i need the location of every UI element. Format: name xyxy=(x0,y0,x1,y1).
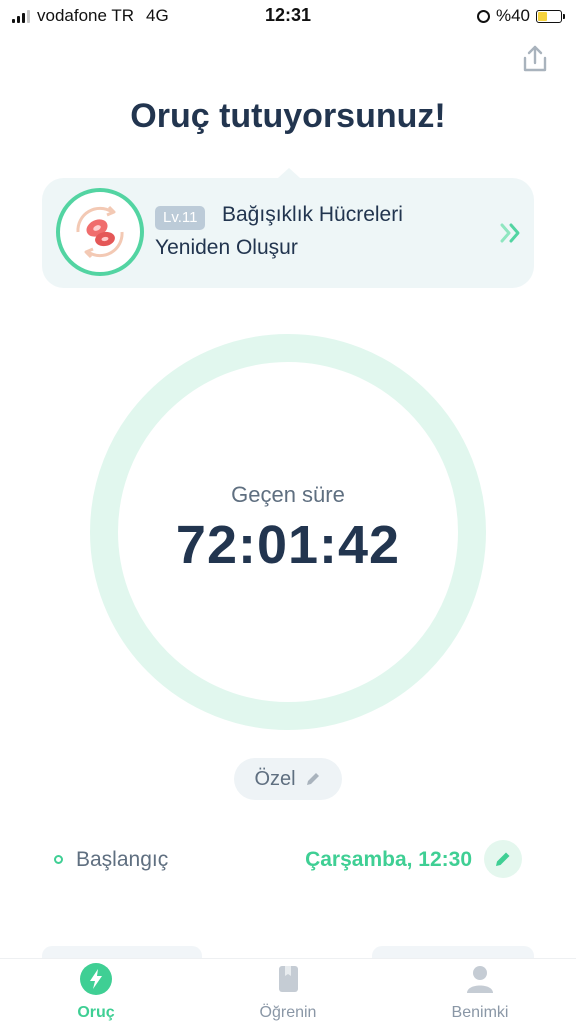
status-right: %40 xyxy=(476,6,565,26)
start-time-row: Başlangıç Çarşamba, 12:30 xyxy=(0,838,576,882)
book-icon xyxy=(279,966,298,992)
fasting-level-card[interactable] xyxy=(42,168,534,288)
plan-label: Özel xyxy=(254,767,296,790)
battery-icon xyxy=(536,9,565,23)
immune-cell-icon xyxy=(56,188,144,276)
page-title: Oruç tutuyorsunuz! xyxy=(130,97,446,135)
start-value[interactable]: Çarşamba, 12:30 xyxy=(305,848,472,872)
tab-label: Benimki xyxy=(451,1004,509,1021)
battery-percent: %40 xyxy=(495,6,530,25)
tab-bar: Oruç Öğrenin Benimki xyxy=(0,958,576,1024)
tab-fasting[interactable]: Oruç xyxy=(0,959,192,1024)
elapsed-label: Geçen süre xyxy=(231,482,345,507)
start-label: Başlangıç xyxy=(76,848,169,871)
edit-start-button[interactable] xyxy=(484,840,522,878)
chevron-right-icon xyxy=(500,223,520,243)
elapsed-time: 72:01:42 xyxy=(175,515,401,575)
tab-label: Öğrenin xyxy=(259,1004,317,1021)
lightning-icon xyxy=(80,963,112,995)
tab-learn[interactable]: Öğrenin xyxy=(192,959,384,1024)
profile-icon xyxy=(467,966,493,993)
share-icon[interactable] xyxy=(520,44,550,74)
plan-chip[interactable]: Özel xyxy=(234,758,342,800)
level-title-line2: Yeniden Oluşur xyxy=(155,236,298,259)
alarm-icon xyxy=(476,9,490,23)
level-badge: Lv.11 xyxy=(155,206,206,230)
pencil-icon xyxy=(496,852,510,866)
tab-label: Oruç xyxy=(77,1004,115,1021)
tab-profile[interactable]: Benimki xyxy=(384,959,576,1024)
pencil-icon xyxy=(306,773,319,785)
level-title-line1: Bağışıklık Hücreleri xyxy=(222,203,403,226)
start-dot-icon xyxy=(54,855,63,864)
status-bar: vodafone TR 4G 12:31 %40 xyxy=(0,0,576,34)
